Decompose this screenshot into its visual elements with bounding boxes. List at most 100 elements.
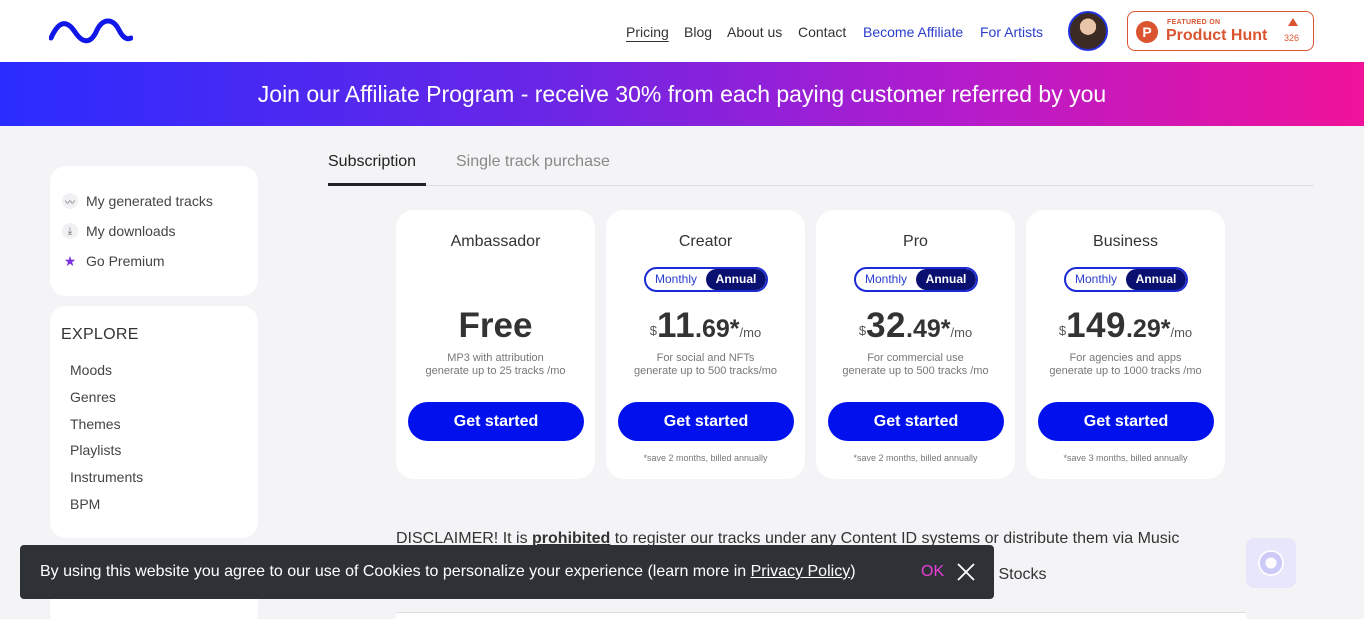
plan-price: $32.49*/mo (816, 306, 1015, 346)
plan-name: Creator (678, 233, 733, 250)
nav-pricing[interactable]: Pricing (626, 24, 669, 40)
sidebar-item-label: Go Premium (86, 253, 165, 269)
assistant-fab-button[interactable] (1246, 538, 1296, 588)
billing-monthly-option[interactable]: Monthly (1066, 269, 1126, 290)
price-asterisk: * (940, 315, 951, 343)
price-currency: $ (1058, 323, 1067, 338)
disclaimer-line-2-text: c Stocks (986, 566, 1047, 583)
plan-note: *save 2 months, billed annually (643, 453, 768, 463)
plan-price: $149.29*/mo (1026, 306, 1225, 346)
plan-description-line: For commercial use (867, 352, 964, 364)
plan-card-creator: Creator Monthly Annual $11.69*/mo For so… (606, 210, 805, 479)
avatar[interactable] (1068, 11, 1108, 51)
billing-annual-option[interactable]: Annual (916, 269, 976, 290)
get-started-button[interactable]: Get started (618, 402, 794, 441)
site-header: Pricing Blog About us Contact Become Aff… (0, 0, 1364, 62)
sidebar-item-go-premium[interactable]: ★ Go Premium (62, 252, 165, 270)
price-period: /mo (1170, 325, 1193, 340)
explore-item-genres[interactable]: Genres (70, 389, 116, 405)
billing-annual-option[interactable]: Annual (1126, 269, 1186, 290)
product-hunt-count: 326 (1284, 33, 1300, 43)
plan-description: For commercial use generate up to 500 tr… (816, 352, 1015, 378)
star-icon: ★ (63, 252, 77, 269)
get-started-button[interactable]: Get started (408, 402, 584, 441)
billing-toggle: Monthly Annual (644, 267, 768, 292)
tab-active-indicator (328, 183, 426, 186)
explore-heading: EXPLORE (61, 326, 139, 343)
product-hunt-label: Product Hunt (1166, 27, 1268, 44)
tab-subscription[interactable]: Subscription (328, 153, 416, 171)
billing-annual-option[interactable]: Annual (706, 269, 766, 290)
plan-price: Free (458, 306, 533, 345)
plan-card-business: Business Monthly Annual $149.29*/mo For … (1026, 210, 1225, 479)
download-icon: ⤓ (62, 223, 78, 239)
affiliate-banner[interactable]: Join our Affiliate Program - receive 30%… (0, 62, 1364, 126)
price-cents: .49 (906, 315, 941, 343)
plan-description-line: generate up to 500 tracks/mo (633, 365, 778, 377)
product-hunt-icon: P (1136, 21, 1158, 43)
cookie-text: By using this website you agree to our u… (40, 563, 751, 580)
sidebar-item-label: My generated tracks (86, 193, 213, 209)
tabs-divider (328, 185, 1314, 186)
price-currency: $ (858, 323, 867, 338)
billing-toggle: Monthly Annual (1064, 267, 1188, 292)
brand-logo[interactable] (49, 18, 133, 46)
billing-monthly-option[interactable]: Monthly (856, 269, 916, 290)
nav-contact[interactable]: Contact (798, 24, 846, 40)
sidebar-user-card: 〰 My generated tracks ⤓ My downloads ★ G… (50, 166, 258, 296)
sidebar-item-label: My downloads (86, 223, 176, 239)
nav-for-artists[interactable]: For Artists (980, 24, 1043, 40)
explore-item-moods[interactable]: Moods (70, 362, 112, 378)
cookie-close-paren: ) (850, 563, 856, 580)
swirl-icon (1258, 550, 1284, 576)
waveform-icon: 〰 (62, 193, 78, 209)
price-cents: .29 (1125, 315, 1161, 343)
cookie-banner: By using this website you agree to our u… (20, 545, 994, 599)
cookie-message: By using this website you agree to our u… (40, 563, 856, 581)
privacy-policy-link[interactable]: Privacy Policy (751, 563, 851, 580)
tab-single-track[interactable]: Single track purchase (456, 153, 610, 171)
nav-blog[interactable]: Blog (684, 24, 712, 40)
price-period: /mo (739, 325, 762, 340)
sidebar-item-downloads[interactable]: ⤓ My downloads (62, 223, 176, 239)
plan-description-line: MP3 with attribution (447, 352, 544, 364)
plan-price: $11.69*/mo (606, 306, 805, 346)
affiliate-banner-text: Join our Affiliate Program - receive 30%… (257, 81, 1107, 107)
plan-note: *save 2 months, billed annually (853, 453, 978, 463)
plan-name: Pro (903, 233, 928, 250)
plan-card-ambassador: Ambassador Free MP3 with attribution gen… (396, 210, 595, 479)
product-hunt-featured-label: FEATURED ON (1167, 19, 1221, 26)
plan-description-line: generate up to 500 tracks /mo (842, 365, 989, 377)
plan-description-line: For agencies and apps (1069, 352, 1182, 364)
close-icon[interactable] (955, 561, 977, 583)
sidebar-item-generated-tracks[interactable]: 〰 My generated tracks (62, 193, 213, 209)
billing-monthly-option[interactable]: Monthly (646, 269, 706, 290)
nav-about[interactable]: About us (727, 24, 782, 40)
explore-item-themes[interactable]: Themes (70, 416, 121, 432)
billing-toggle: Monthly Annual (854, 267, 978, 292)
plan-description-line: For social and NFTs (656, 352, 755, 364)
get-started-button[interactable]: Get started (1038, 402, 1214, 441)
plan-note: *save 3 months, billed annually (1063, 453, 1188, 463)
price-whole: 11 (657, 306, 696, 345)
price-whole: 149 (1066, 306, 1126, 345)
plan-description-line: generate up to 25 tracks /mo (425, 365, 566, 377)
plan-description: For agencies and apps generate up to 100… (1026, 352, 1225, 378)
plan-description: MP3 with attribution generate up to 25 t… (396, 352, 595, 378)
sidebar-explore-card: EXPLORE Moods Genres Themes Playlists In… (50, 306, 258, 538)
price-asterisk: * (729, 315, 740, 343)
plan-card-pro: Pro Monthly Annual $32.49*/mo For commer… (816, 210, 1015, 479)
explore-item-playlists[interactable]: Playlists (70, 442, 121, 458)
get-started-button[interactable]: Get started (828, 402, 1004, 441)
price-currency: $ (649, 323, 658, 338)
nav-become-affiliate[interactable]: Become Affiliate (863, 24, 963, 40)
upvote-arrow-icon (1288, 18, 1298, 26)
explore-item-instruments[interactable]: Instruments (70, 469, 143, 485)
plan-name: Business (1093, 233, 1158, 250)
explore-item-bpm[interactable]: BPM (70, 496, 100, 512)
product-hunt-badge[interactable]: P FEATURED ON Product Hunt 326 (1127, 11, 1314, 51)
plan-description: For social and NFTs generate up to 500 t… (606, 352, 805, 378)
cookie-ok-button[interactable]: OK (921, 563, 944, 581)
plan-name: Ambassador (450, 233, 541, 250)
comparison-table (396, 612, 1246, 619)
